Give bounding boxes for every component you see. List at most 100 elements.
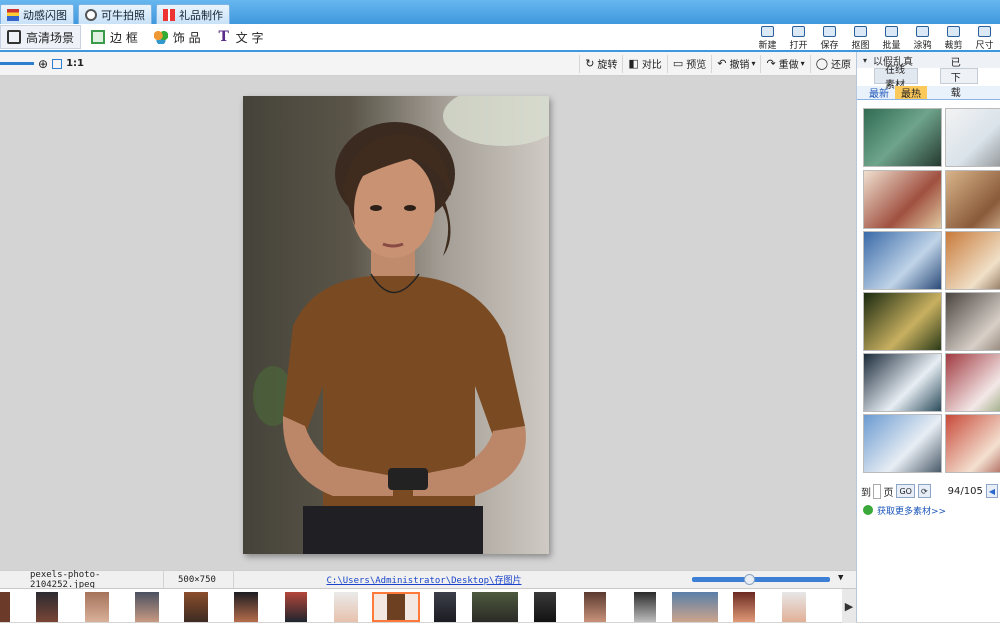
thumbnail[interactable] — [135, 592, 159, 622]
panel-title: ▾ 以假乱真 — [857, 52, 1000, 68]
save-icon — [823, 25, 836, 37]
tab-online-materials[interactable]: 在线素材 — [874, 65, 918, 91]
sort-hottest[interactable]: 最热 — [895, 86, 927, 100]
redo-button[interactable]: ↷ 重做 ▾ — [760, 54, 809, 73]
tab-flash-animation[interactable]: 动感闪图 — [0, 4, 74, 24]
page-count: 94/105 — [947, 485, 983, 497]
thumbnail[interactable] — [85, 592, 109, 622]
crop-button[interactable]: 裁剪 — [938, 24, 969, 52]
save-button[interactable]: 保存 — [814, 24, 845, 52]
batch-button[interactable]: 批量 — [876, 24, 907, 52]
tool-hd-scene[interactable]: 高清场景 — [0, 25, 82, 49]
zoom-in-icon[interactable]: ⊕ — [38, 57, 48, 71]
tool-frame[interactable]: 边 框 — [85, 25, 144, 49]
thumbnail[interactable] — [782, 592, 806, 622]
zoom-slider[interactable] — [0, 62, 34, 65]
main-toolbar: 高清场景 边 框 饰 品 T 文 字 新建 打开 保存 抠图 批量 涂鸦 裁剪 … — [0, 24, 1000, 52]
thumbnail[interactable] — [0, 592, 10, 622]
rotate-button[interactable]: ↻ 旋转 — [579, 54, 622, 73]
zoom-actual-button[interactable]: 1:1 — [66, 58, 84, 69]
thumbnail[interactable] — [334, 592, 358, 622]
thumbnail-size-slider[interactable] — [692, 577, 830, 582]
sort-tabs: 最新 最热 — [857, 86, 1000, 100]
fit-icon[interactable] — [52, 58, 63, 69]
thumbnail[interactable] — [584, 592, 606, 622]
material-thumbnail[interactable] — [945, 231, 1000, 290]
tab-camera[interactable]: 可牛拍照 — [78, 4, 152, 24]
edited-photo[interactable] — [243, 96, 549, 554]
thumbnail[interactable] — [234, 592, 258, 622]
doodle-button[interactable]: 涂鸦 — [907, 24, 938, 52]
thumbnail[interactable] — [472, 592, 518, 622]
thumbnail[interactable] — [733, 592, 755, 622]
material-thumbnail[interactable] — [945, 292, 1000, 351]
tool-label: 饰 品 — [172, 30, 201, 45]
slider-handle[interactable] — [744, 574, 755, 585]
material-thumbnail[interactable] — [945, 353, 1000, 412]
thumbnail[interactable] — [36, 592, 58, 622]
cutout-button[interactable]: 抠图 — [845, 24, 876, 52]
material-thumbnail[interactable] — [945, 414, 1000, 473]
go-button[interactable]: GO — [896, 484, 915, 498]
material-thumbnail[interactable] — [945, 170, 1000, 229]
cutout-icon — [854, 25, 867, 37]
crop-icon — [947, 25, 960, 37]
compare-button[interactable]: ◧ 对比 — [622, 54, 666, 73]
thumbnail[interactable] — [184, 592, 208, 622]
material-thumbnail[interactable] — [945, 108, 1000, 167]
prev-page-button[interactable]: ◀ — [985, 484, 998, 498]
tool-label: 高清场景 — [26, 30, 75, 45]
folder-path-link[interactable]: C:\Users\Administrator\Desktop\存图片 — [234, 571, 614, 589]
chevron-down-icon[interactable]: ▾ — [801, 59, 805, 68]
tab-downloaded[interactable]: 已下载 — [939, 58, 978, 99]
file-name: pexels-photo-2104252.jpeg — [0, 570, 164, 590]
chevron-down-icon[interactable]: ▾ — [751, 59, 755, 68]
resize-button[interactable]: 尺寸 — [969, 24, 1000, 52]
thumbnail[interactable] — [672, 592, 718, 622]
thumbnail[interactable] — [634, 592, 656, 622]
tool-text[interactable]: T 文 字 — [211, 25, 270, 49]
material-thumbnail[interactable] — [863, 353, 942, 412]
text-icon: T — [218, 29, 229, 45]
restore-button[interactable]: ◯ 还原 — [809, 54, 856, 73]
preview-button[interactable]: ▭ 预览 — [666, 54, 711, 73]
status-bar: pexels-photo-2104252.jpeg 500×750 C:\Use… — [0, 570, 856, 590]
refresh-icon[interactable]: ⟳ — [917, 484, 931, 498]
thumbnail[interactable] — [534, 592, 556, 622]
new-button[interactable]: 新建 — [752, 24, 783, 52]
restore-label: 还原 — [831, 60, 851, 71]
undo-button[interactable]: ↶ 撤销 ▾ — [711, 54, 760, 73]
thumbnail[interactable] — [285, 592, 307, 622]
thumbnail[interactable] — [434, 592, 456, 622]
path-text[interactable]: C:\Users\Administrator\Desktop\存图片 — [327, 573, 522, 586]
tool-decoration[interactable]: 饰 品 — [148, 25, 207, 49]
new-label: 新建 — [758, 40, 777, 51]
rotate-label: 旋转 — [597, 60, 618, 71]
clover-icon — [153, 30, 168, 44]
open-button[interactable]: 打开 — [783, 24, 814, 52]
app-tab-bar: 动感闪图 可牛拍照 礼品制作 — [0, 0, 1000, 24]
thumbnail-selected[interactable] — [372, 592, 420, 622]
material-panel: ▾ 以假乱真 在线素材 已下载 最新 最热 到 页 GO ⟳ 94/105 ◀ — [856, 52, 1000, 622]
strip-next-arrow[interactable]: ▶ — [842, 589, 856, 623]
camera-icon — [85, 8, 97, 21]
cutout-label: 抠图 — [851, 40, 870, 51]
portrait-photo — [243, 96, 549, 554]
scroll-down-icon[interactable]: ▼ — [838, 573, 843, 583]
tab-gift-making[interactable]: 礼品制作 — [156, 4, 230, 24]
material-gallery — [861, 106, 1000, 474]
restore-icon: ◯ — [815, 57, 828, 70]
sort-newest[interactable]: 最新 — [863, 86, 895, 100]
editing-canvas[interactable] — [0, 76, 856, 570]
page-input[interactable] — [873, 483, 882, 499]
doodle-label: 涂鸦 — [913, 40, 932, 51]
compare-icon: ◧ — [628, 57, 639, 70]
material-thumbnail[interactable] — [863, 108, 942, 167]
material-thumbnail[interactable] — [863, 170, 942, 229]
material-thumbnail[interactable] — [863, 414, 942, 473]
more-link-text[interactable]: 获取更多素材>> — [877, 504, 946, 517]
material-thumbnail[interactable] — [863, 231, 942, 290]
material-thumbnail[interactable] — [863, 292, 942, 351]
chevron-down-icon[interactable]: ▾ — [863, 56, 867, 65]
more-materials-link[interactable]: 获取更多素材>> — [857, 502, 1000, 518]
